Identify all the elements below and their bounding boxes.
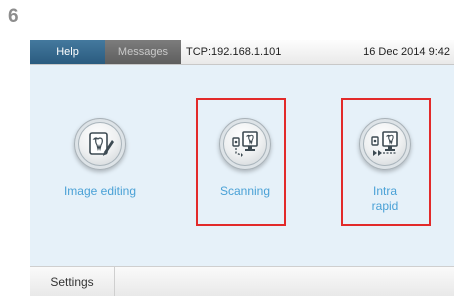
image-editing-label: Image editing bbox=[63, 184, 137, 198]
intra-rapid-highlight-box bbox=[341, 98, 431, 226]
date-time: 16 Dec 2014 9:42 bbox=[363, 46, 450, 58]
tab-messages[interactable]: Messages bbox=[105, 40, 181, 64]
image-editing-button[interactable]: Image editing bbox=[55, 118, 145, 199]
bottom-bar: Settings bbox=[30, 266, 454, 296]
device-screen: Help Messages TCP:192.168.1.101 16 Dec 2… bbox=[30, 40, 454, 296]
top-bar: Help Messages TCP:192.168.1.101 16 Dec 2… bbox=[30, 40, 454, 65]
tab-help[interactable]: Help bbox=[30, 40, 105, 64]
step-number: 6 bbox=[8, 6, 19, 27]
settings-button[interactable]: Settings bbox=[30, 267, 115, 296]
scanning-highlight-box bbox=[196, 98, 286, 226]
image-editing-icon bbox=[74, 118, 126, 170]
connection-status: TCP:192.168.1.101 bbox=[186, 46, 282, 58]
